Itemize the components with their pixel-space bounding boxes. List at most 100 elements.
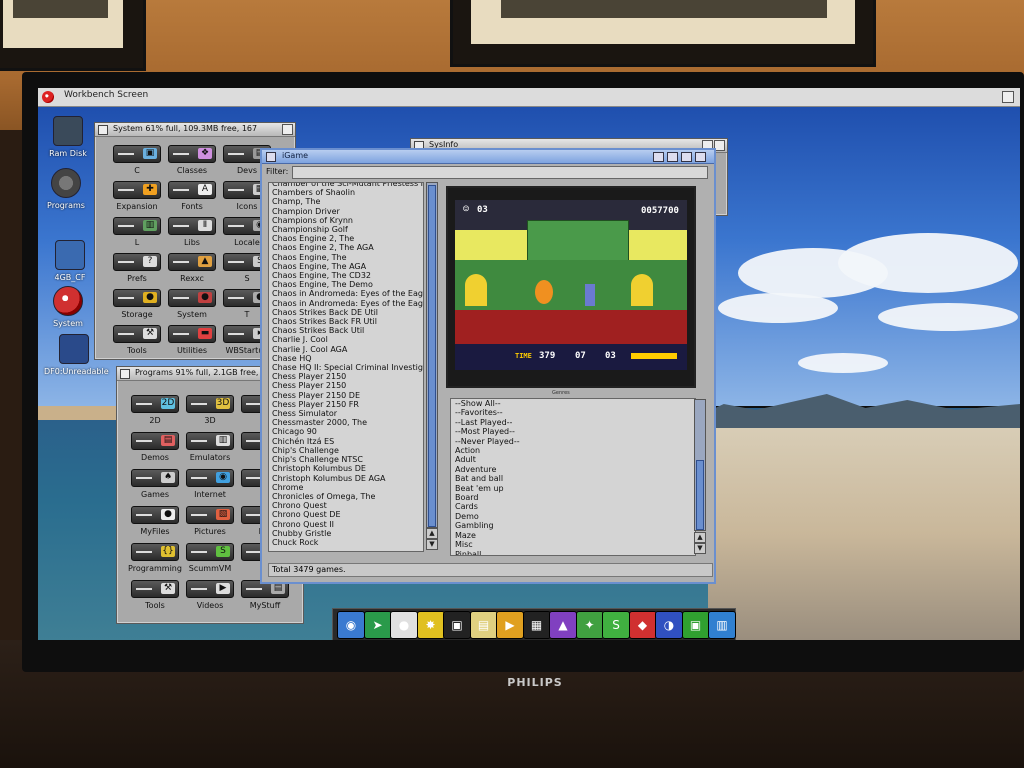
genre-list-item[interactable]: Gambling bbox=[451, 521, 695, 530]
game-list-item[interactable]: Chase HQ bbox=[269, 354, 423, 363]
drawer-emulators[interactable]: ▥ Emulators bbox=[182, 432, 238, 462]
game-list-item[interactable]: Chess Player 2150 bbox=[269, 372, 423, 381]
desktop-icon-4gb-cf[interactable]: 4GB_CF bbox=[40, 240, 100, 282]
drawer-utilities[interactable]: ▬ Utilities bbox=[164, 325, 220, 355]
dock-launcher-icon[interactable]: ▶ bbox=[496, 611, 524, 639]
game-list-item[interactable]: Chessmaster 2000, The bbox=[269, 418, 423, 427]
close-icon[interactable] bbox=[120, 369, 130, 379]
genre-list-item[interactable]: Bat and ball bbox=[451, 474, 695, 483]
dock-launcher-icon[interactable]: ✸ bbox=[416, 611, 445, 639]
genre-list-item[interactable]: Beat 'em up bbox=[451, 484, 695, 493]
game-list-item[interactable]: Chaos Engine 2, The bbox=[269, 234, 423, 243]
dock-launcher-icon[interactable]: ▣ bbox=[443, 611, 471, 639]
game-list-item[interactable]: Chaos in Andromeda: Eyes of the Eagle bbox=[269, 289, 423, 298]
drawer-tools[interactable]: ⚒ Tools bbox=[127, 580, 183, 610]
game-list-item[interactable]: Chaos Engine, The CD32 bbox=[269, 271, 423, 280]
dock-launcher-icon[interactable]: ◑ bbox=[655, 611, 683, 639]
genre-list-item[interactable]: Adult bbox=[451, 455, 695, 464]
dock-launcher-icon[interactable]: ◆ bbox=[628, 611, 657, 639]
window-title-bar[interactable]: System 61% full, 109.3MB free, 167 bbox=[95, 123, 295, 137]
drawer-prefs[interactable]: ? Prefs bbox=[109, 253, 165, 283]
genre-list-item[interactable]: Misc bbox=[451, 540, 695, 549]
dock-launcher-icon[interactable]: ✦ bbox=[575, 611, 604, 639]
amidock[interactable]: ◉ ➤ ● ✸ ▣ ▤ ▶ ▦ ▲ ✦ S ◆ ◑ ▣ ▥ bbox=[332, 608, 736, 640]
dock-launcher-icon[interactable]: ● bbox=[390, 611, 418, 639]
game-list-item[interactable]: Chichén Itzá ES bbox=[269, 437, 423, 446]
game-list-item[interactable]: Chaos Engine 2, The AGA bbox=[269, 243, 423, 252]
game-list-item[interactable]: Chase HQ II: Special Criminal Investigat… bbox=[269, 363, 423, 372]
genre-list-item[interactable]: Maze bbox=[451, 531, 695, 540]
screen-depth-icon[interactable] bbox=[1002, 91, 1014, 103]
game-list-item[interactable]: Champions of Krynn bbox=[269, 216, 423, 225]
iconify-gadget-icon[interactable] bbox=[653, 152, 664, 162]
game-list-item[interactable]: Champ, The bbox=[269, 197, 423, 206]
drawer-demos[interactable]: ▤ Demos bbox=[127, 432, 183, 462]
game-list-item[interactable]: Chicago 90 bbox=[269, 427, 423, 436]
game-list-item[interactable]: Chronicles of Omega, The bbox=[269, 492, 423, 501]
drawer-l[interactable]: ▥ L bbox=[109, 217, 165, 247]
drawer-expansion[interactable]: ✚ Expansion bbox=[109, 181, 165, 211]
genre-list-item[interactable]: --Show All-- bbox=[451, 399, 695, 408]
genre-list-item[interactable]: --Most Played-- bbox=[451, 427, 695, 436]
depth-gadget-icon[interactable] bbox=[695, 152, 706, 162]
depth-gadget-icon[interactable] bbox=[282, 124, 293, 135]
game-list-item[interactable]: Chess Player 2150 DE bbox=[269, 391, 423, 400]
game-list-item[interactable]: Chaos Strikes Back DE Util bbox=[269, 308, 423, 317]
game-list-item[interactable]: Chrono Quest bbox=[269, 501, 423, 510]
game-list[interactable]: Chamber of the Sci-Mutant Priestess IV! C… bbox=[268, 182, 424, 552]
genre-list[interactable]: --Show All-- --Favorites-- --Last Played--… bbox=[450, 398, 696, 556]
genre-list-scrollbar[interactable] bbox=[694, 399, 706, 531]
game-list-item[interactable]: Chaos Engine, The Demo bbox=[269, 280, 423, 289]
dock-launcher-icon[interactable]: ▲ bbox=[549, 611, 577, 639]
genre-list-item[interactable]: Demo bbox=[451, 512, 695, 521]
game-list-item[interactable]: Chaos Strikes Back Util bbox=[269, 326, 423, 335]
dock-launcher-icon[interactable]: ◉ bbox=[337, 611, 365, 639]
screen-title-bar[interactable]: Workbench Screen bbox=[38, 88, 1020, 107]
game-list-item[interactable]: Chubby Gristle bbox=[269, 529, 423, 538]
game-list-item[interactable]: Christoph Kolumbus DE bbox=[269, 464, 423, 473]
genre-list-item[interactable]: Board bbox=[451, 493, 695, 502]
drawer-2d[interactable]: 2D 2D bbox=[127, 395, 183, 425]
igame-title-bar[interactable]: iGame bbox=[262, 150, 714, 164]
drawer-c[interactable]: ▣ C bbox=[109, 145, 165, 175]
drawer-myfiles[interactable]: ● MyFiles bbox=[127, 506, 183, 536]
game-list-scrollbar[interactable] bbox=[426, 182, 438, 528]
game-list-item[interactable]: Chess Player 2150 FR bbox=[269, 400, 423, 409]
scroll-up-icon[interactable]: ▲ bbox=[694, 532, 706, 543]
drawer-games[interactable]: ♠ Games bbox=[127, 469, 183, 499]
genre-list-item[interactable]: Action bbox=[451, 446, 695, 455]
scroll-down-icon[interactable]: ▼ bbox=[694, 543, 706, 554]
genre-list-item[interactable]: --Favorites-- bbox=[451, 408, 695, 417]
drawer-programming[interactable]: {} Programming bbox=[127, 543, 183, 573]
desktop-icon-system[interactable]: System bbox=[38, 286, 98, 328]
drawer-mystuff[interactable]: ▤ MyStuff bbox=[237, 580, 293, 610]
game-list-item[interactable]: Chaos Engine, The bbox=[269, 253, 423, 262]
close-icon[interactable] bbox=[98, 125, 108, 135]
game-list-item[interactable]: Chip's Challenge bbox=[269, 446, 423, 455]
dock-launcher-icon[interactable]: ▣ bbox=[681, 611, 710, 639]
game-list-item[interactable]: Chrono Quest DE bbox=[269, 510, 423, 519]
drawer-storage[interactable]: ● Storage bbox=[109, 289, 165, 319]
drawer-classes[interactable]: ❖ Classes bbox=[164, 145, 220, 175]
drawer-internet[interactable]: ◉ Internet bbox=[182, 469, 238, 499]
zoom-gadget-icon[interactable] bbox=[681, 152, 692, 162]
drawer-rexxc[interactable]: ▲ Rexxc bbox=[164, 253, 220, 283]
game-list-item[interactable]: Chrome bbox=[269, 483, 423, 492]
filter-input[interactable] bbox=[292, 166, 708, 179]
game-list-item[interactable]: Chuck Rock bbox=[269, 538, 423, 547]
amiga-logo-icon[interactable] bbox=[42, 91, 54, 103]
game-list-item[interactable]: Chrono Quest II bbox=[269, 520, 423, 529]
drawer-scummvm[interactable]: S ScummVM bbox=[182, 543, 238, 573]
drawer-tools[interactable]: ⚒ Tools bbox=[109, 325, 165, 355]
dock-launcher-icon[interactable]: ▥ bbox=[708, 611, 736, 639]
drawer-videos[interactable]: ▶ Videos bbox=[182, 580, 238, 610]
game-list-item[interactable]: Chaos Engine, The AGA bbox=[269, 262, 423, 271]
game-list-item[interactable]: Chip's Challenge NTSC bbox=[269, 455, 423, 464]
scrollbar-knob[interactable] bbox=[428, 185, 436, 527]
close-icon[interactable] bbox=[266, 152, 276, 162]
dock-launcher-icon[interactable]: S bbox=[602, 611, 630, 639]
game-list-item[interactable]: Chess Player 2150 bbox=[269, 381, 423, 390]
dock-launcher-icon[interactable]: ▤ bbox=[469, 611, 498, 639]
genre-list-item[interactable]: Adventure bbox=[451, 465, 695, 474]
dock-launcher-icon[interactable]: ▦ bbox=[522, 611, 551, 639]
